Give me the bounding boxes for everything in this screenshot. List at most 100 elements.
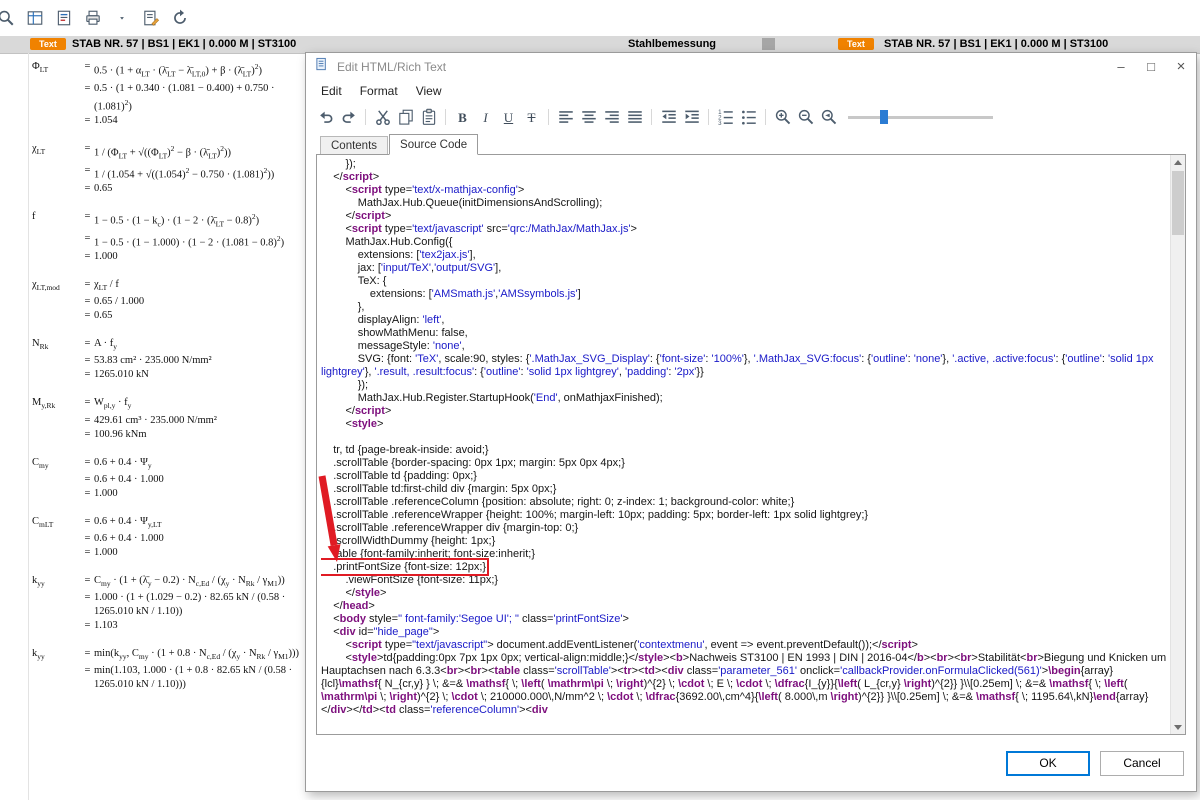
zoom-slider-track[interactable] <box>848 115 993 119</box>
maximize-icon[interactable]: □ <box>1136 53 1166 80</box>
indent-decrease-icon[interactable] <box>657 107 680 128</box>
zoom-out-icon[interactable] <box>794 107 817 128</box>
vertical-scrollbar[interactable] <box>1170 155 1185 734</box>
rich-text-edit-icon[interactable] <box>139 6 163 30</box>
code-line[interactable]: SVG: {font: 'TeX', scale:90, styles: {'.… <box>321 353 1167 379</box>
formula-line: = 1.000 <box>84 487 118 499</box>
table-view-icon[interactable] <box>23 6 47 30</box>
code-line[interactable] <box>321 431 1167 444</box>
member-title-right: STAB NR. 57 | BS1 | EK1 | 0.000 M | ST31… <box>884 38 1109 50</box>
code-line[interactable]: </script> <box>321 405 1167 418</box>
dropdown-arrow-icon[interactable] <box>110 6 134 30</box>
code-line[interactable]: <style>td{padding:0px 7px 1px 0px; verti… <box>321 652 1167 717</box>
formula-block: NRk = A · fy = 53.83 cm² · 235.000 N/mm² = 126… <box>32 337 308 382</box>
code-line[interactable]: </script> <box>321 171 1167 184</box>
code-line[interactable]: </script> <box>321 210 1167 223</box>
edit-html-dialog: Edit HTML/Rich Text – □ × Edit Format View B… <box>305 52 1197 792</box>
align-left-icon[interactable] <box>554 107 577 128</box>
tab-source-code[interactable]: Source Code <box>389 134 479 155</box>
formula-block: My,Rk = Wpl,y · fy = 429.61 cm³ · 235.000 N/… <box>32 396 308 441</box>
code-line[interactable]: MathJax.Hub.Config({ <box>321 236 1167 249</box>
close-icon[interactable]: × <box>1166 53 1196 80</box>
code-line[interactable]: TeX: { <box>321 275 1167 288</box>
formula-line: = 1.000 · (1 + (1.029 − 0.2) · 82.65 kN /… <box>84 591 286 617</box>
code-line[interactable]: }, <box>321 301 1167 314</box>
formula-line: = 53.83 cm² · 235.000 N/mm² <box>84 355 212 367</box>
code-line[interactable]: .scrollWidthDummy {height: 1px;} <box>321 535 1167 548</box>
code-line[interactable]: <div id="hide_page"> <box>321 626 1167 639</box>
menu-format[interactable]: Format <box>351 82 407 100</box>
bold-icon[interactable]: B <box>451 107 474 128</box>
zoom-reset-icon[interactable] <box>817 107 840 128</box>
italic-icon[interactable]: I <box>474 107 497 128</box>
ok-button[interactable]: OK <box>1006 750 1090 776</box>
align-center-icon[interactable] <box>577 107 600 128</box>
code-line[interactable]: <script type='text/javascript' src='qrc:… <box>321 223 1167 236</box>
code-line[interactable]: }); <box>321 158 1167 171</box>
code-line[interactable]: jax: ['input/TeX','output/SVG'], <box>321 262 1167 275</box>
indent-increase-icon[interactable] <box>680 107 703 128</box>
code-line[interactable]: messageStyle: 'none', <box>321 340 1167 353</box>
code-line[interactable]: .printFontSize {font-size: 12px;} <box>321 558 1167 576</box>
code-line[interactable]: }); <box>321 379 1167 392</box>
code-line[interactable]: </head> <box>321 600 1167 613</box>
menu-edit[interactable]: Edit <box>312 82 351 100</box>
paste-icon[interactable] <box>417 107 440 128</box>
code-line[interactable]: <script type='text/x-mathjax-config'> <box>321 184 1167 197</box>
scroll-up-icon[interactable] <box>1171 155 1185 169</box>
code-line[interactable]: .scrollTable {border-spacing: 0px 1px; m… <box>321 457 1167 470</box>
print-view-icon[interactable] <box>81 6 105 30</box>
code-line[interactable]: MathJax.Hub.Register.StartupHook('End', … <box>321 392 1167 405</box>
copy-icon[interactable] <box>394 107 417 128</box>
formula-line: = 0.5 · (1 + 0.340 · (1.081 − 0.400) + 0.… <box>84 82 275 113</box>
code-line[interactable]: displayAlign: 'left', <box>321 314 1167 327</box>
scroll-down-icon[interactable] <box>1171 720 1185 734</box>
formula-block: CmLT = 0.6 + 0.4 · Ψy,LT = 0.6 + 0.4 · 1.000… <box>32 515 308 560</box>
code-line[interactable]: .scrollTable .referenceWrapper div {marg… <box>321 522 1167 535</box>
strikethrough-icon[interactable]: T <box>520 107 543 128</box>
align-right-icon[interactable] <box>600 107 623 128</box>
code-line[interactable]: <body style=" font-family:'Segoe UI'; " … <box>321 613 1167 626</box>
numbered-list-icon[interactable]: 123 <box>714 107 737 128</box>
source-code-editor[interactable]: }); </script> <script type='text/x-mathj… <box>316 154 1186 735</box>
refresh-icon[interactable] <box>168 6 192 30</box>
cut-icon[interactable] <box>371 107 394 128</box>
code-line[interactable]: .scrollTable .referenceWrapper {height: … <box>321 509 1167 522</box>
scrollbar-thumb[interactable] <box>1172 171 1184 235</box>
zoom-icon[interactable] <box>0 6 18 30</box>
zoom-slider-handle[interactable] <box>879 110 888 124</box>
tab-contents[interactable]: Contents <box>320 136 389 155</box>
redo-icon[interactable] <box>337 107 360 128</box>
menu-view[interactable]: View <box>407 82 451 100</box>
formula-block: χLT,mod = χLT / f = 0.65 / 1.000 = 0.65 <box>32 278 308 323</box>
formula-line: ΦLT = 0.5 · (1 + αLT · (λ̄LT − λ̄LT,0) + β… <box>32 61 263 79</box>
code-line[interactable]: tr, td {page-break-inside: avoid;} <box>321 444 1167 457</box>
formula-line: = 0.65 <box>84 310 113 322</box>
code-line[interactable]: extensions: ['tex2jax.js'], <box>321 249 1167 262</box>
code-line[interactable]: .scrollTable td:first-child div {margin:… <box>321 483 1167 496</box>
code-line[interactable]: extensions: ['AMSmath.js','AMSsymbols.js… <box>321 288 1167 301</box>
align-justify-icon[interactable] <box>623 107 646 128</box>
code-line[interactable]: <style> <box>321 418 1167 431</box>
zoom-in-icon[interactable] <box>771 107 794 128</box>
code-line[interactable]: table {font-family:inherit; font-size:in… <box>321 548 1167 561</box>
formula-block: kyy = min(kyy, Cmy · (1 + 0.8 · Nc,Ed / (χ… <box>32 647 308 692</box>
splitter-handle[interactable] <box>762 38 775 50</box>
cancel-button[interactable]: Cancel <box>1100 750 1184 776</box>
underline-icon[interactable]: U <box>497 107 520 128</box>
code-line[interactable]: <script type="text/javascript"> document… <box>321 639 1167 652</box>
code-line[interactable]: </style> <box>321 587 1167 600</box>
code-line[interactable]: .viewFontSize {font-size: 11px;} <box>321 574 1167 587</box>
code-line[interactable]: MathJax.Hub.Queue(initDimensionsAndScrol… <box>321 197 1167 210</box>
zoom-slider[interactable] <box>848 107 993 127</box>
code-line[interactable]: .scrollTable td {padding: 0px;} <box>321 470 1167 483</box>
formula-line: = 1.054 <box>84 115 118 127</box>
minimize-icon[interactable]: – <box>1106 53 1136 80</box>
bullet-list-icon[interactable] <box>737 107 760 128</box>
code-line[interactable]: showMathMenu: false, <box>321 327 1167 340</box>
form-view-icon[interactable] <box>52 6 76 30</box>
dialog-titlebar[interactable]: Edit HTML/Rich Text – □ × <box>306 53 1196 80</box>
undo-icon[interactable] <box>314 107 337 128</box>
code-line[interactable]: .scrollTable .referenceColumn {position:… <box>321 496 1167 509</box>
code-area[interactable]: }); </script> <script type='text/x-mathj… <box>321 158 1167 734</box>
